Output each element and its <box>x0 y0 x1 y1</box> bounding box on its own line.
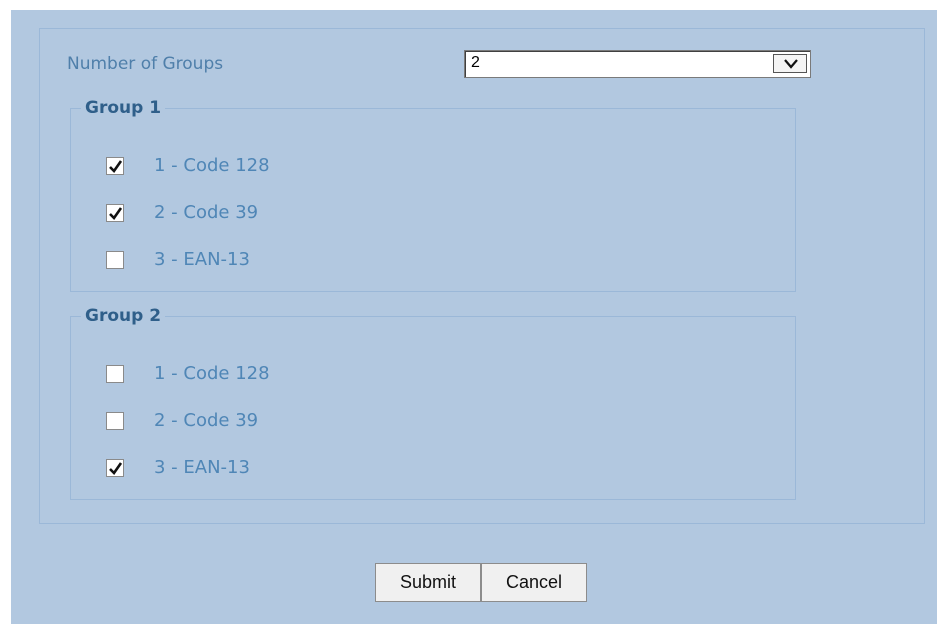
group-1-option-3-checkbox[interactable] <box>106 251 124 269</box>
number-of-groups-label: Number of Groups <box>67 54 224 74</box>
group-2-option-2-label: 2 - Code 39 <box>154 410 259 431</box>
checkmark-icon <box>109 160 123 174</box>
group-1-option-3-label: 3 - EAN-13 <box>154 249 250 270</box>
checkmark-icon <box>109 207 123 221</box>
cancel-button[interactable]: Cancel <box>481 563 587 602</box>
group-2-title: Group 2 <box>85 306 162 326</box>
form-page: Number of Groups 2 Group 1 1 - Code 128 <box>11 10 937 624</box>
group-1-option-2-label: 2 - Code 39 <box>154 202 259 223</box>
group-2-fieldset: Group 2 1 - Code 128 2 - Code 39 3 - EAN… <box>70 306 796 500</box>
group-1-option-2-checkbox[interactable] <box>106 204 124 222</box>
chevron-down-icon <box>784 59 798 69</box>
dropdown-arrow-button[interactable] <box>773 54 807 73</box>
group-2-option-1-checkbox[interactable] <box>106 365 124 383</box>
group-1-title: Group 1 <box>85 98 162 118</box>
checkmark-icon <box>109 462 123 476</box>
group-2-option-3-label: 3 - EAN-13 <box>154 457 250 478</box>
group-1-fieldset: Group 1 1 - Code 128 2 - Code 39 3 - EAN… <box>70 98 796 292</box>
number-of-groups-select[interactable]: 2 <box>464 50 811 78</box>
group-1-option-1-label: 1 - Code 128 <box>154 155 270 176</box>
group-2-option-3-checkbox[interactable] <box>106 459 124 477</box>
submit-button[interactable]: Submit <box>375 563 481 602</box>
number-of-groups-value: 2 <box>471 54 480 71</box>
group-2-option-2-checkbox[interactable] <box>106 412 124 430</box>
group-1-option-1-checkbox[interactable] <box>106 157 124 175</box>
group-2-option-1-label: 1 - Code 128 <box>154 363 270 384</box>
